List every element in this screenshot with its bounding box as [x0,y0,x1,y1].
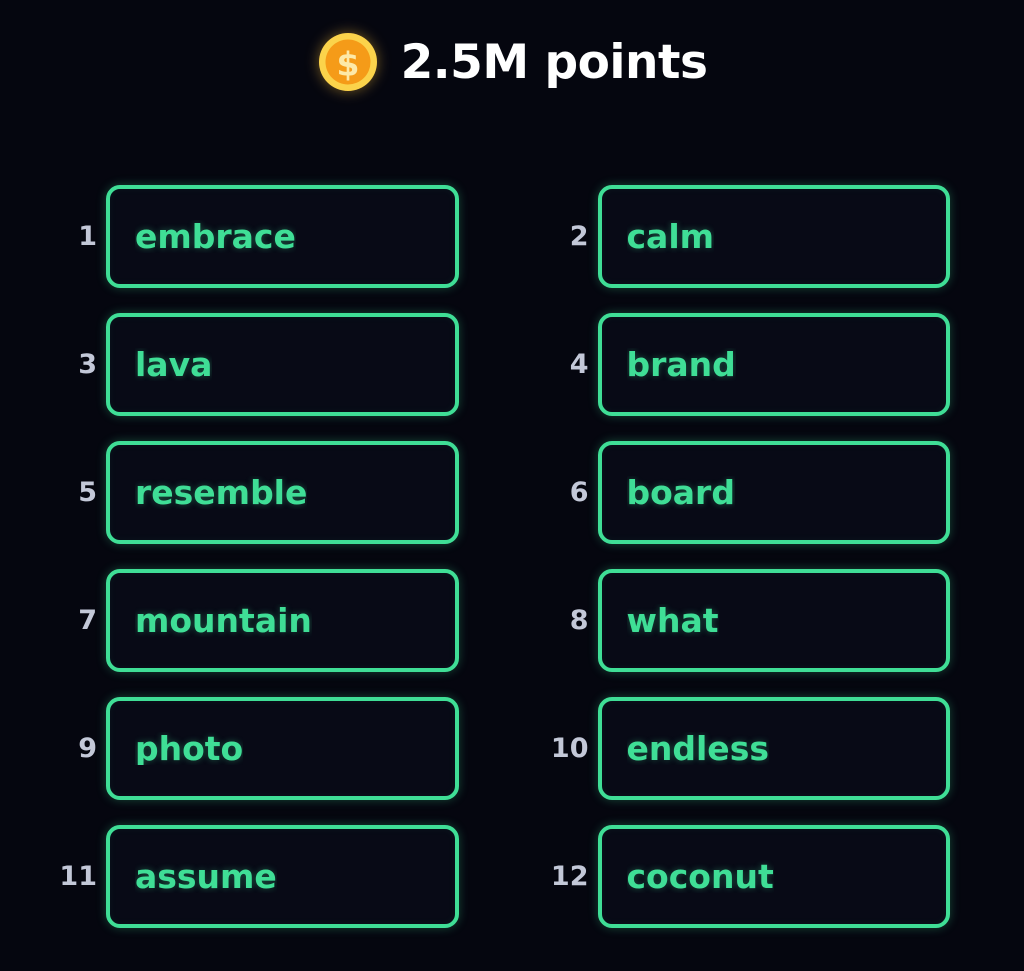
word-card[interactable]: board [597,441,950,544]
svg-text:$: $ [336,45,359,84]
coin-dollar-icon: $ [317,31,379,93]
points-total-label: 2.5M points [400,34,708,90]
app-screen: $ 2.5M points 1 embrace 2 calm 3 lava 4 [0,0,1024,971]
word-index: 2 [569,221,589,252]
word-label: board [626,476,735,509]
word-row: 1 embrace [56,185,459,288]
word-index: 1 [78,221,97,252]
word-card-grid: 1 embrace 2 calm 3 lava 4 brand 5 resemb… [0,124,1024,971]
word-row: 3 lava [56,313,459,416]
points-header: $ 2.5M points [0,0,1024,124]
word-row: 10 endless [548,697,950,800]
word-index: 11 [59,861,97,892]
word-row: 12 coconut [548,825,950,928]
word-row: 7 mountain [56,569,459,672]
word-card[interactable]: calm [597,185,950,288]
word-label: assume [135,860,277,893]
word-index: 3 [78,349,97,380]
word-row: 2 calm [548,185,950,288]
word-card[interactable]: resemble [106,441,459,544]
word-label: mountain [135,604,312,637]
word-index: 7 [78,605,97,636]
word-label: what [626,604,719,637]
word-row: 8 what [548,569,950,672]
word-index: 9 [78,733,97,764]
word-row: 9 photo [56,697,459,800]
word-card[interactable]: coconut [597,825,950,928]
word-card[interactable]: photo [106,697,459,800]
word-index: 5 [78,477,97,508]
word-index: 6 [569,477,589,508]
word-card[interactable]: assume [106,825,459,928]
word-label: coconut [626,860,774,893]
word-card[interactable]: lava [106,313,459,416]
word-label: photo [135,732,244,765]
word-index: 8 [569,605,589,636]
word-label: brand [626,348,736,381]
word-row: 5 resemble [56,441,459,544]
word-index: 4 [569,349,589,380]
word-label: calm [626,220,715,253]
word-label: embrace [135,220,296,253]
word-card[interactable]: embrace [106,185,459,288]
word-index: 10 [550,733,589,764]
word-label: endless [626,732,769,765]
word-label: resemble [135,476,308,509]
word-row: 11 assume [56,825,459,928]
word-row: 4 brand [548,313,950,416]
word-card[interactable]: mountain [106,569,459,672]
word-card[interactable]: endless [597,697,950,800]
word-card[interactable]: what [597,569,950,672]
word-index: 12 [550,861,589,892]
word-row: 6 board [548,441,950,544]
word-label: lava [135,348,213,381]
word-card[interactable]: brand [597,313,950,416]
